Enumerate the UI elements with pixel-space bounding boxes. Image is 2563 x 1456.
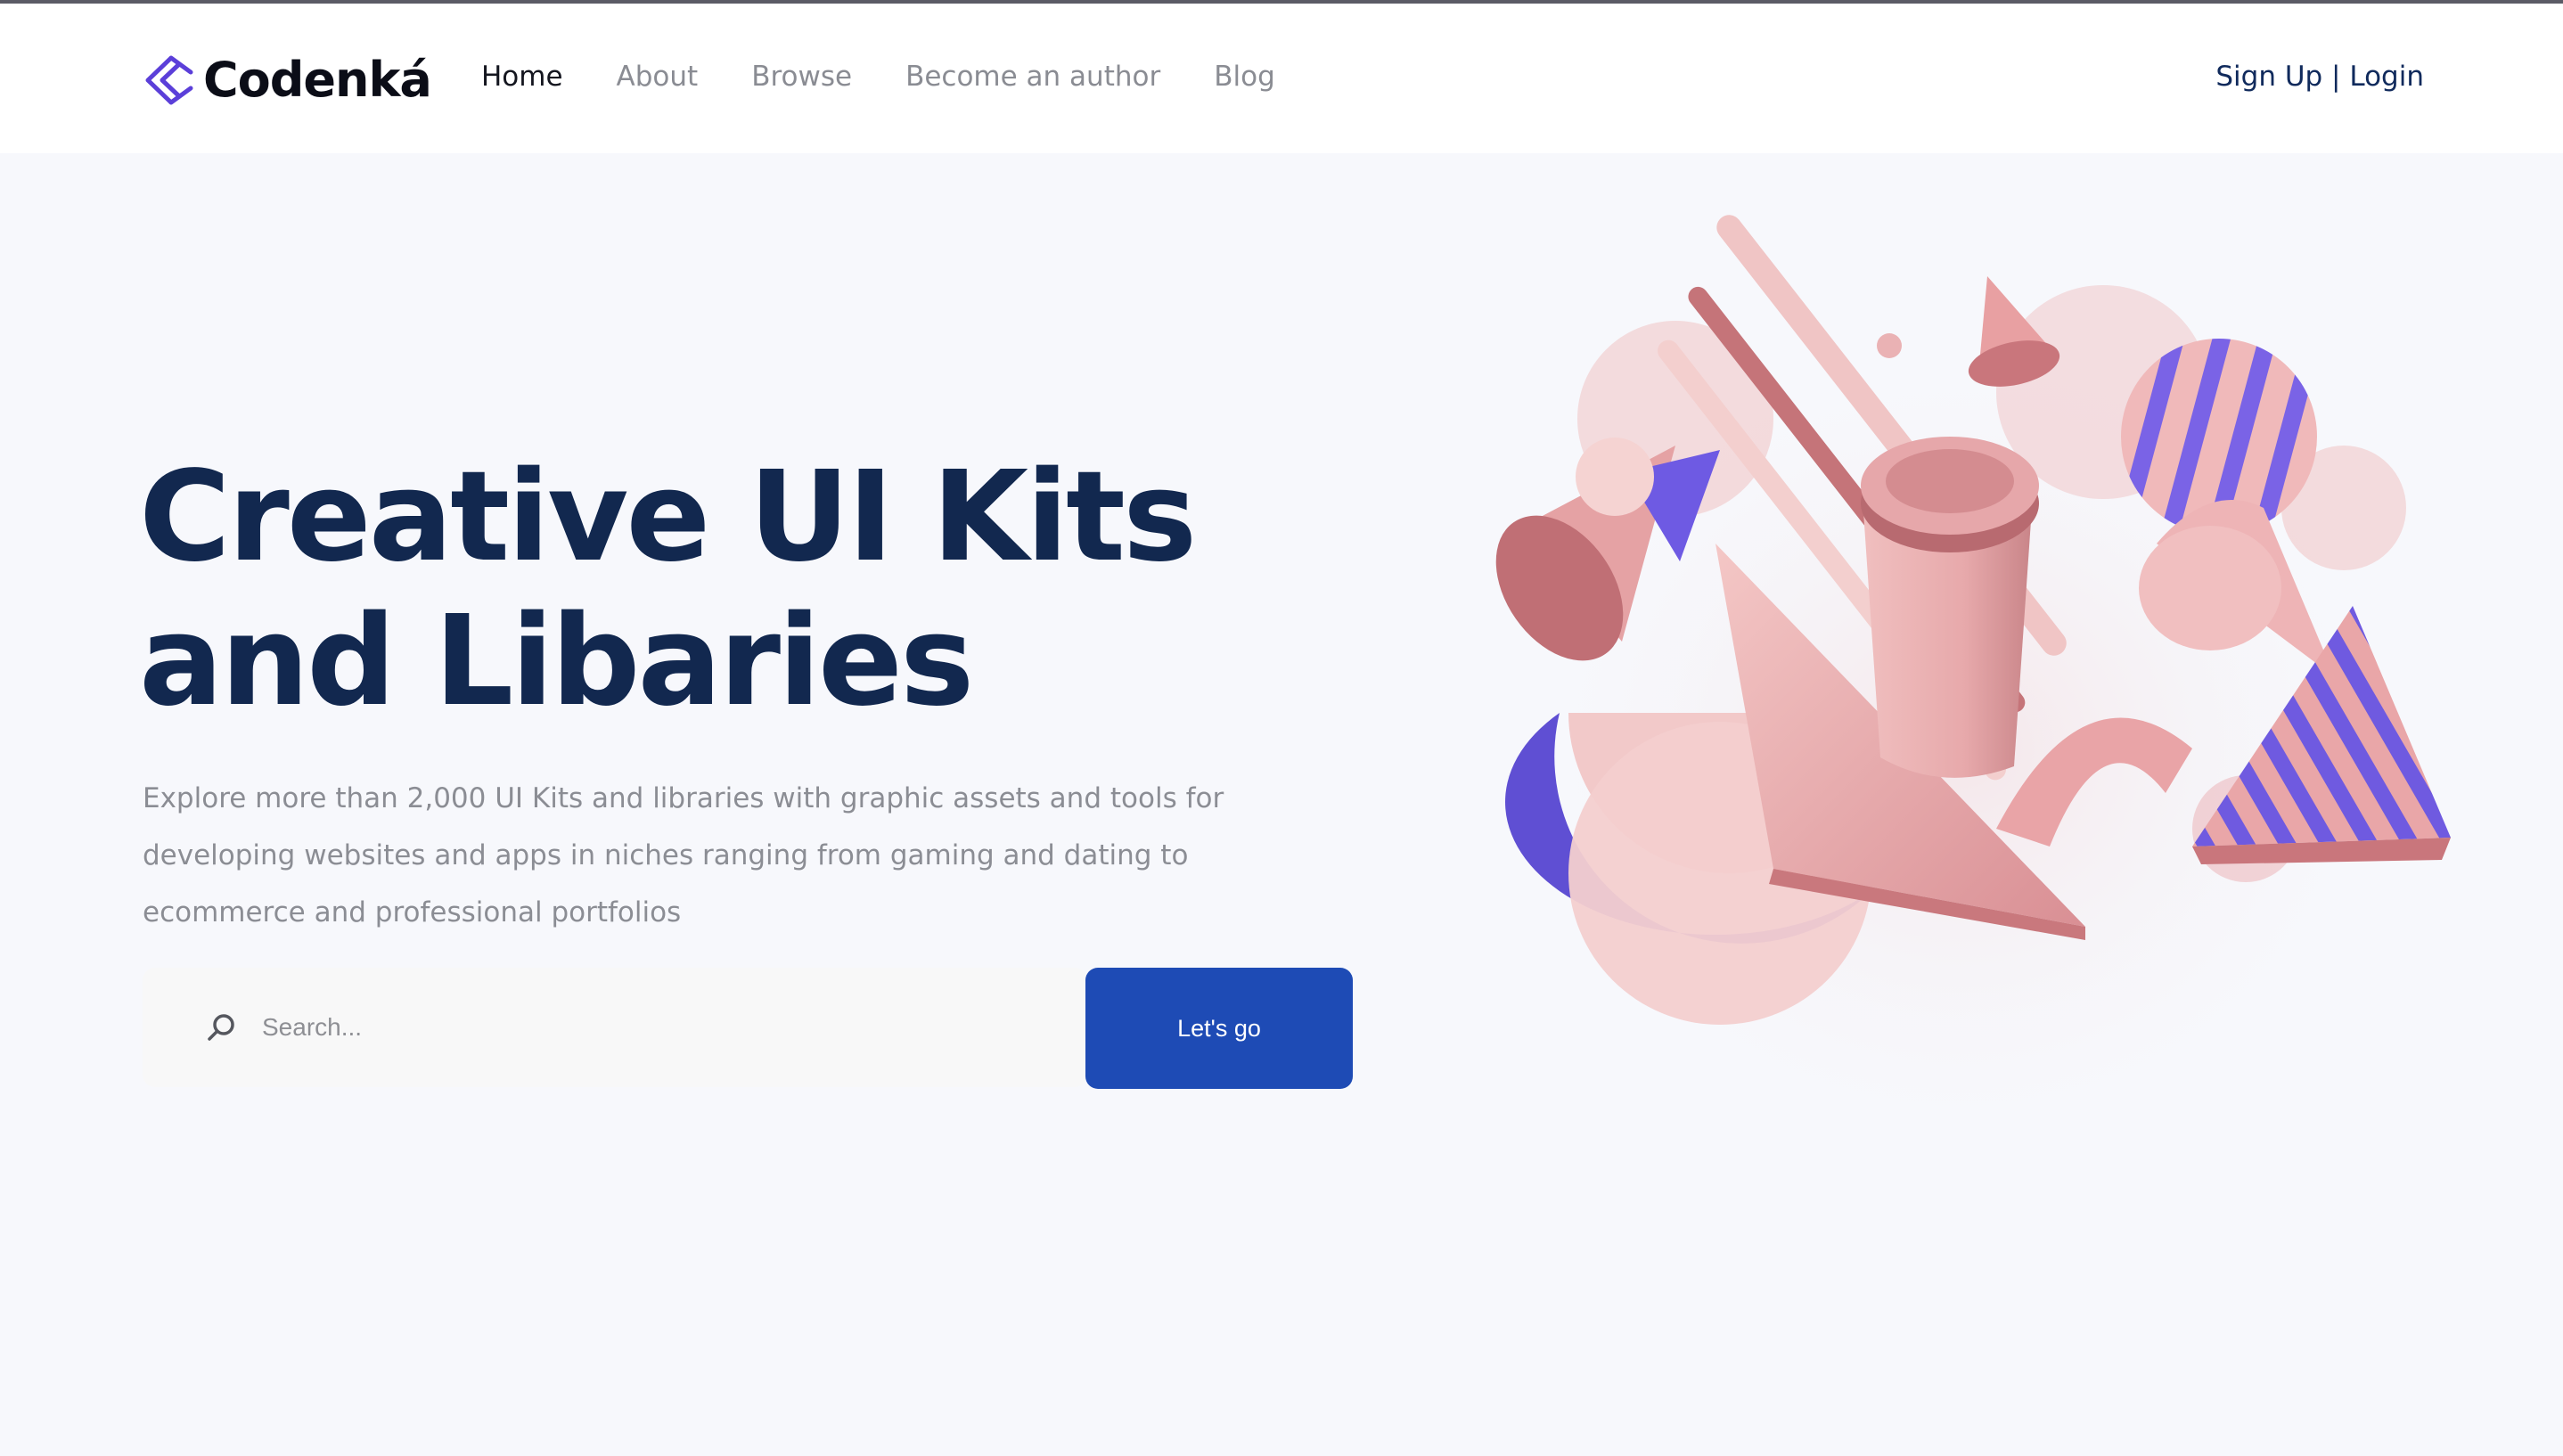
- main-nav: Home About Browse Become an author Blog: [481, 61, 1329, 93]
- search-bar: [143, 968, 1087, 1087]
- nav-item-home[interactable]: Home: [481, 61, 563, 93]
- brand-logo[interactable]: Codenká: [141, 52, 432, 108]
- navbar: Codenká Home About Browse Become an auth…: [0, 4, 2563, 153]
- nav-item-blog[interactable]: Blog: [1214, 61, 1275, 93]
- codenka-logo-icon: [145, 55, 193, 104]
- nav-item-become-author[interactable]: Become an author: [905, 61, 1160, 93]
- nav-item-browse[interactable]: Browse: [751, 61, 852, 93]
- auth-separator: |: [2322, 61, 2350, 93]
- brand-name: Codenká: [203, 52, 432, 108]
- hero-title: Creative UI Kits and Libaries: [139, 445, 1197, 734]
- nav-item-about[interactable]: About: [617, 61, 699, 93]
- search-icon: [208, 1014, 234, 1041]
- login-link[interactable]: Login: [2349, 61, 2424, 93]
- hero-description: Explore more than 2,000 UI Kits and libr…: [143, 782, 1224, 928]
- hero-title-line1: Creative UI Kits: [139, 445, 1197, 590]
- hero-title-line2: and Libaries: [139, 589, 974, 734]
- auth-links: Sign Up | Login: [2215, 61, 2424, 93]
- lets-go-button[interactable]: Let's go: [1085, 968, 1353, 1089]
- hero-3d-shapes-illustration: [1495, 215, 2451, 1176]
- signup-link[interactable]: Sign Up: [2215, 61, 2322, 93]
- search-input[interactable]: [262, 998, 1046, 1057]
